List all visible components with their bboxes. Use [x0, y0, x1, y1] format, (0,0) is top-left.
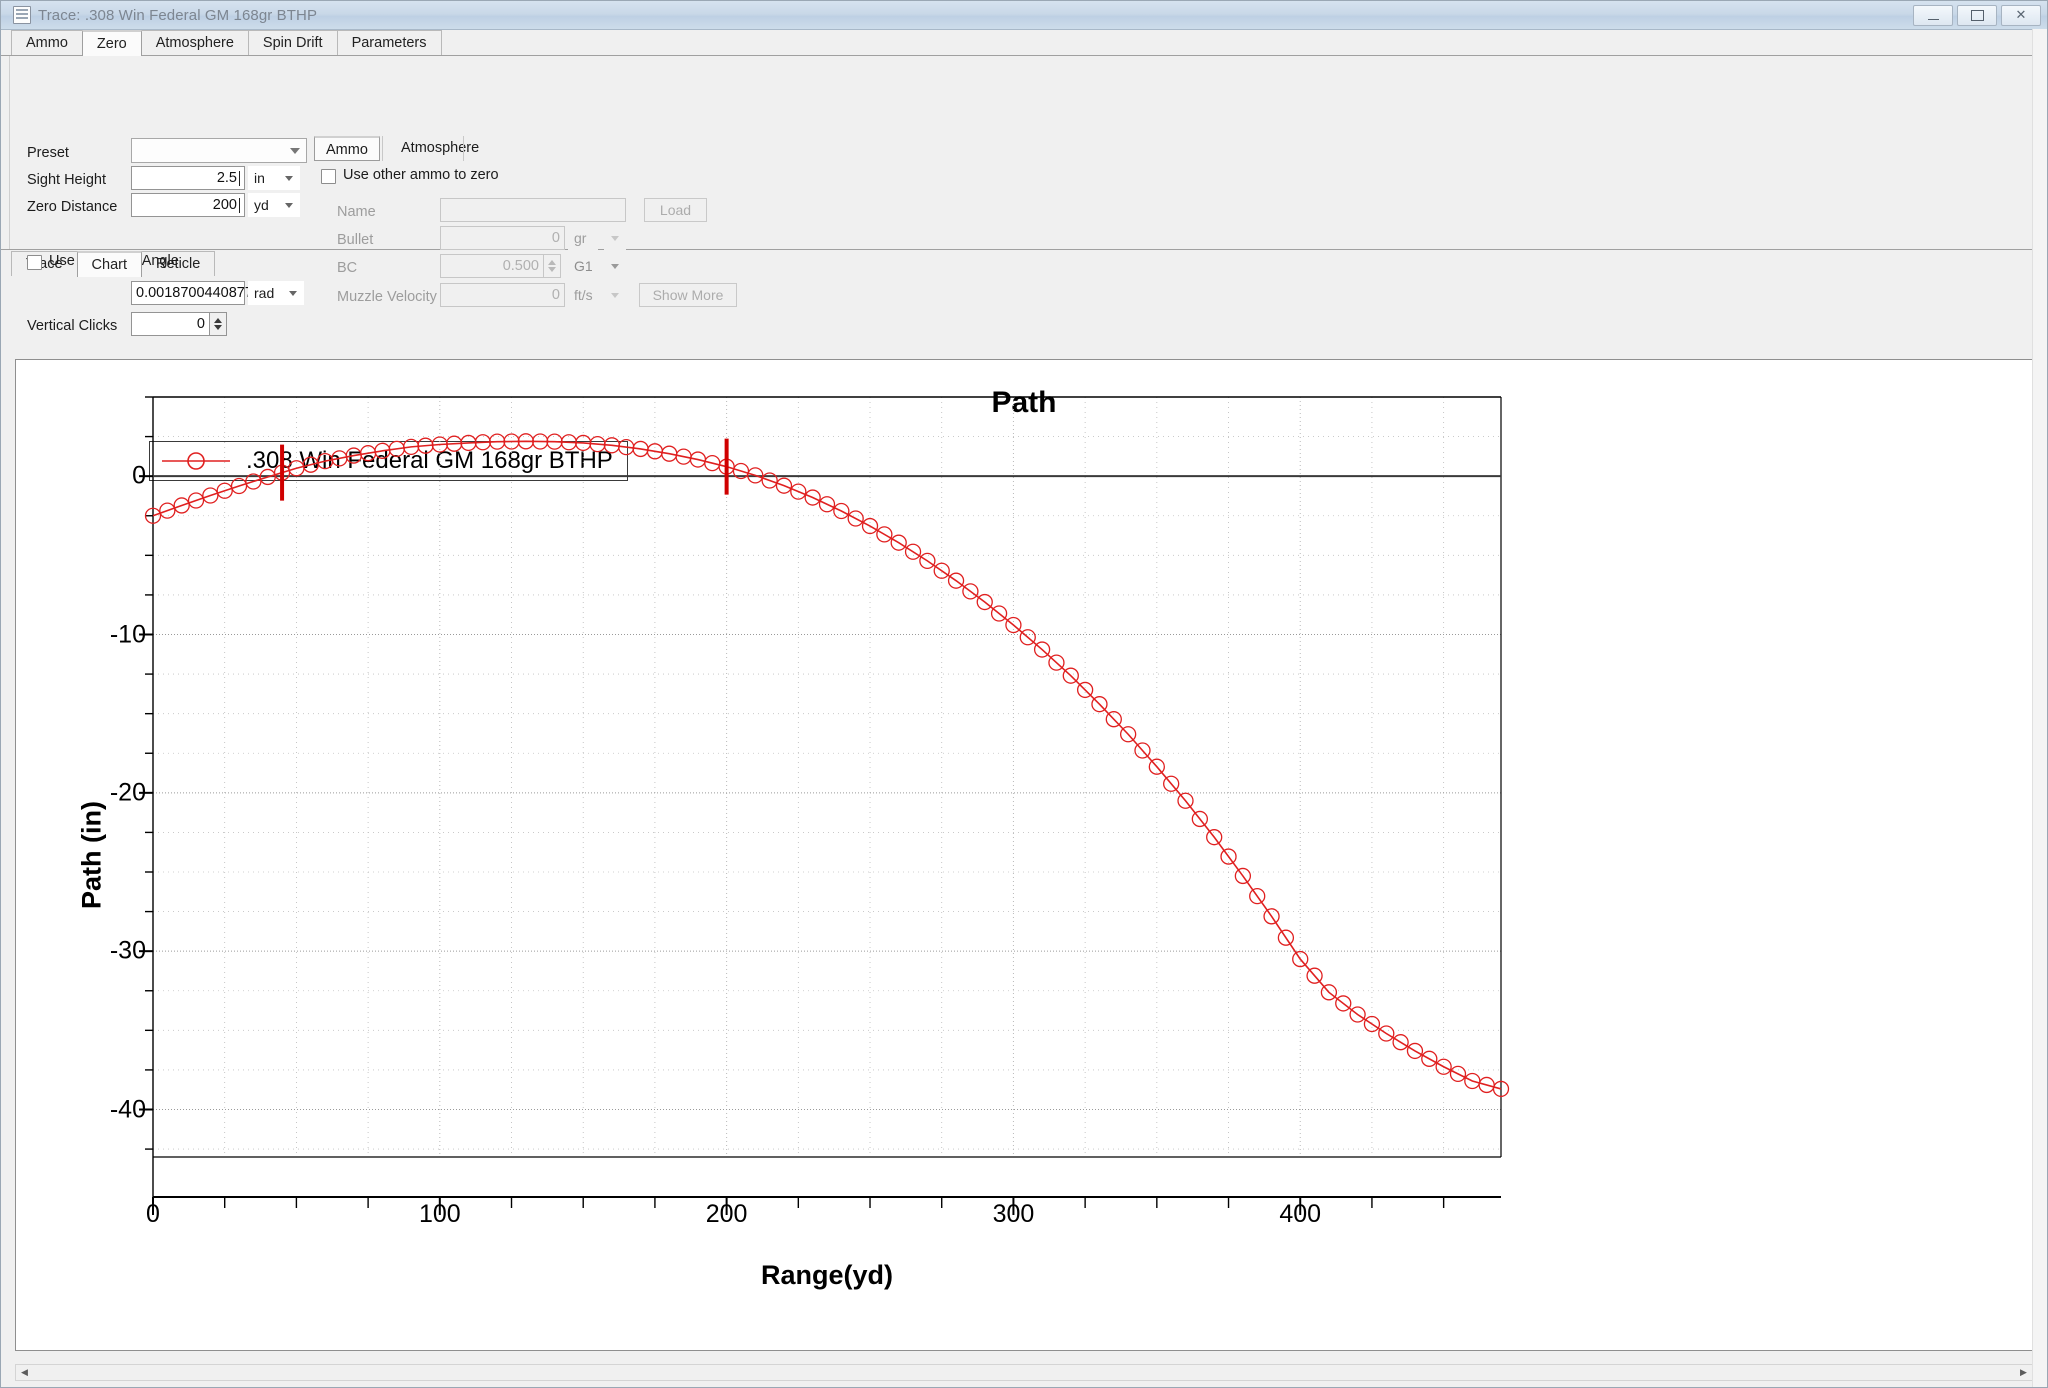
bc-input[interactable]: 0.500 — [440, 254, 544, 278]
stepper-down-icon — [214, 325, 222, 330]
use-other-ammo-checkbox[interactable] — [321, 169, 336, 184]
muzzle-velocity-input[interactable]: 0 — [440, 283, 565, 307]
stepper-down-icon — [548, 267, 556, 272]
preset-combobox[interactable] — [131, 138, 307, 163]
side-tab-atmosphere[interactable]: Atmosphere — [390, 136, 490, 161]
window-document-icon — [13, 6, 31, 24]
vertical-clicks-value: 0 — [196, 316, 205, 332]
tab-zero[interactable]: Zero — [81, 30, 142, 56]
muzzle-velocity-label: Muzzle Velocity — [337, 289, 437, 305]
sight-height-value: 2.5 — [216, 170, 237, 186]
zero-distance-unit: yd — [248, 193, 278, 217]
chart-plot-area — [139, 396, 1510, 1215]
bc-label: BC — [337, 260, 358, 276]
muzzle-velocity-unit: ft/s — [568, 283, 604, 307]
tab-chart[interactable]: Chart — [76, 251, 142, 277]
scroll-right-icon[interactable]: ▶ — [2015, 1365, 2032, 1380]
stepper-up-icon — [214, 318, 222, 323]
tab-parameters[interactable]: Parameters — [336, 30, 442, 55]
load-button[interactable]: Load — [644, 198, 707, 222]
bc-stepper[interactable] — [544, 254, 561, 278]
window-controls: ✕ — [1913, 5, 2041, 26]
name-input[interactable] — [440, 198, 626, 222]
chevron-down-icon — [611, 235, 619, 241]
text-caret — [239, 197, 240, 213]
chevron-down-icon — [289, 290, 297, 296]
bottom-tab-strip: Trace Chart Reticle — [1, 250, 2047, 277]
muzzle-velocity-unit-dropdown[interactable] — [604, 283, 626, 307]
minimize-button[interactable] — [1913, 5, 1953, 26]
show-more-button[interactable]: Show More — [639, 283, 737, 307]
side-tab-separator-2 — [463, 136, 464, 161]
elevation-angle-unit: rad — [248, 281, 282, 305]
text-caret — [239, 170, 240, 186]
preset-label: Preset — [27, 145, 69, 161]
elevation-angle-value: 0.0018700440877 — [136, 285, 253, 301]
window-vertical-scrollbar[interactable] — [2032, 29, 2047, 1387]
trace-window: Trace: .308 Win Federal GM 168gr BTHP ✕ … — [0, 0, 2048, 1388]
bullet-input[interactable]: 0 — [440, 226, 565, 250]
bc-value: 0.500 — [502, 258, 539, 274]
name-label: Name — [337, 204, 376, 220]
zero-distance-label: Zero Distance — [27, 199, 118, 215]
maximize-button[interactable] — [1957, 5, 1997, 26]
sight-height-label: Sight Height — [27, 172, 106, 188]
stepper-up-icon — [548, 260, 556, 265]
sight-height-input[interactable]: 2.5 — [131, 166, 245, 190]
chevron-down-icon — [611, 263, 619, 269]
bullet-label: Bullet — [337, 232, 374, 248]
chevron-down-icon — [611, 292, 619, 298]
zero-distance-input[interactable]: 200 — [131, 193, 245, 217]
sight-height-unit-dropdown[interactable] — [278, 166, 300, 190]
chevron-down-icon — [290, 147, 300, 154]
vertical-clicks-input[interactable]: 0 — [131, 312, 210, 336]
window-title: Trace: .308 Win Federal GM 168gr BTHP — [38, 6, 318, 24]
vertical-clicks-stepper[interactable] — [210, 312, 227, 336]
muzzle-velocity-value: 0 — [551, 287, 560, 303]
title-bar: Trace: .308 Win Federal GM 168gr BTHP ✕ — [1, 1, 2047, 30]
use-other-ammo-label: Use other ammo to zero — [343, 167, 499, 183]
chevron-down-icon — [285, 175, 293, 181]
panel-left-rail — [9, 56, 10, 249]
path-chart: Path .308 Win Federal GM 168gr BTHP Path… — [15, 359, 2033, 1351]
zero-distance-unit-dropdown[interactable] — [278, 193, 300, 217]
close-button[interactable]: ✕ — [2001, 5, 2041, 26]
chevron-down-icon — [285, 202, 293, 208]
use-elevation-angle-checkbox[interactable] — [27, 255, 42, 270]
bullet-value: 0 — [551, 230, 560, 246]
elevation-angle-unit-dropdown[interactable] — [282, 281, 304, 305]
vertical-clicks-label: Vertical Clicks — [27, 318, 118, 334]
zero-distance-value: 200 — [212, 197, 237, 213]
horizontal-scrollbar[interactable]: ◀ ▶ — [15, 1364, 2033, 1381]
elevation-angle-input[interactable]: 0.0018700440877 — [131, 281, 253, 305]
side-tab-ammo[interactable]: Ammo — [314, 136, 380, 161]
top-tab-strip: Ammo Zero Atmosphere Spin Drift Paramete… — [1, 30, 2047, 56]
tab-spin-drift[interactable]: Spin Drift — [247, 30, 338, 55]
bullet-unit: gr — [568, 226, 598, 250]
side-tab-separator-1 — [382, 136, 383, 161]
tab-atmosphere[interactable]: Atmosphere — [140, 30, 249, 55]
sight-height-unit: in — [248, 166, 278, 190]
scroll-left-icon[interactable]: ◀ — [16, 1365, 33, 1380]
bullet-unit-dropdown[interactable] — [604, 226, 626, 250]
zero-settings-panel: Preset Sight Height 2.5 in Zero Distance… — [1, 56, 2047, 336]
bc-drag-model: G1 — [568, 254, 598, 278]
tab-ammo[interactable]: Ammo — [11, 30, 83, 55]
bc-drag-model-dropdown[interactable] — [604, 254, 626, 278]
